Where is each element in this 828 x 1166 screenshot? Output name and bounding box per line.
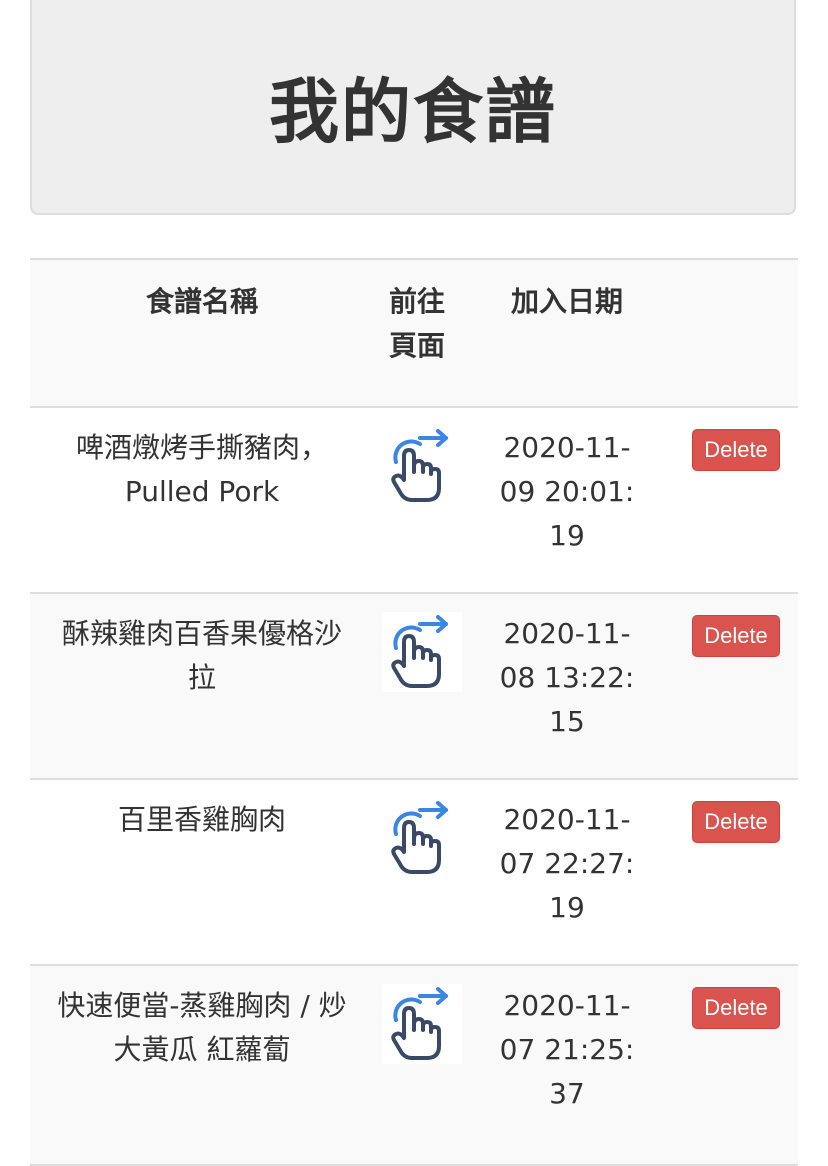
recipe-action-cell: Delete — [674, 593, 798, 780]
recipe-action-cell: Delete — [674, 965, 798, 1166]
delete-button[interactable]: Delete — [692, 429, 780, 471]
recipe-date: 2020-11-08 13:22:15 — [499, 617, 635, 738]
recipe-name: 酥辣雞肉百香果優格沙拉 — [61, 617, 342, 694]
recipe-date: 2020-11-09 20:01:19 — [499, 431, 635, 552]
column-header-name: 食譜名稱 — [30, 258, 374, 408]
table-row: 酥辣雞肉百香果優格沙拉 2020-11-08 13:22:15 Delete — [30, 593, 798, 780]
delete-button[interactable]: Delete — [692, 801, 780, 843]
recipe-date-cell: 2020-11-08 13:22:15 — [460, 593, 674, 780]
tap-hand-arrow-icon[interactable] — [382, 798, 462, 878]
recipe-date: 2020-11-07 21:25:37 — [499, 989, 635, 1110]
recipe-table: 食譜名稱 前往頁面 加入日期 啤酒燉烤手撕豬肉，Pulled Pork 2020… — [30, 258, 798, 1166]
recipe-name-cell: 快速便當-蒸雞胸肉 / 炒大黃瓜 紅蘿蔔 — [30, 965, 374, 1166]
recipe-name-cell: 啤酒燉烤手撕豬肉，Pulled Pork — [30, 407, 374, 594]
recipe-name-cell: 百里香雞胸肉 — [30, 779, 374, 966]
page-header: 我的食譜 — [30, 0, 796, 215]
tap-hand-arrow-icon[interactable] — [382, 612, 462, 692]
table-row: 啤酒燉烤手撕豬肉，Pulled Pork 2020-11-09 20:01:19… — [30, 407, 798, 594]
recipe-link-cell — [374, 593, 462, 780]
page-title: 我的食譜 — [269, 71, 557, 153]
tap-hand-arrow-icon[interactable] — [382, 426, 462, 506]
column-header-link: 前往頁面 — [374, 258, 460, 408]
tap-hand-arrow-icon[interactable] — [382, 984, 462, 1064]
column-header-action — [674, 258, 798, 408]
table-row: 快速便當-蒸雞胸肉 / 炒大黃瓜 紅蘿蔔 2020-11-07 21:25:37… — [30, 965, 798, 1166]
recipe-link-cell — [374, 965, 462, 1166]
recipe-name: 快速便當-蒸雞胸肉 / 炒大黃瓜 紅蘿蔔 — [57, 989, 347, 1066]
table-row: 百里香雞胸肉 2020-11-07 22:27:19 Delete — [30, 779, 798, 966]
recipe-date-cell: 2020-11-07 22:27:19 — [460, 779, 674, 966]
recipe-link-cell — [374, 407, 462, 594]
column-header-date: 加入日期 — [460, 258, 674, 408]
recipe-date-cell: 2020-11-07 21:25:37 — [460, 965, 674, 1166]
recipe-name-cell: 酥辣雞肉百香果優格沙拉 — [30, 593, 374, 780]
recipe-name: 百里香雞胸肉 — [117, 803, 286, 836]
recipe-action-cell: Delete — [674, 779, 798, 966]
delete-button[interactable]: Delete — [692, 987, 780, 1029]
recipe-link-cell — [374, 779, 462, 966]
recipe-date: 2020-11-07 22:27:19 — [499, 803, 635, 924]
recipe-date-cell: 2020-11-09 20:01:19 — [460, 407, 674, 594]
recipe-action-cell: Delete — [674, 407, 798, 594]
table-header-row: 食譜名稱 前往頁面 加入日期 — [30, 258, 798, 408]
delete-button[interactable]: Delete — [692, 615, 780, 657]
recipe-name: 啤酒燉烤手撕豬肉，Pulled Pork — [75, 431, 328, 508]
